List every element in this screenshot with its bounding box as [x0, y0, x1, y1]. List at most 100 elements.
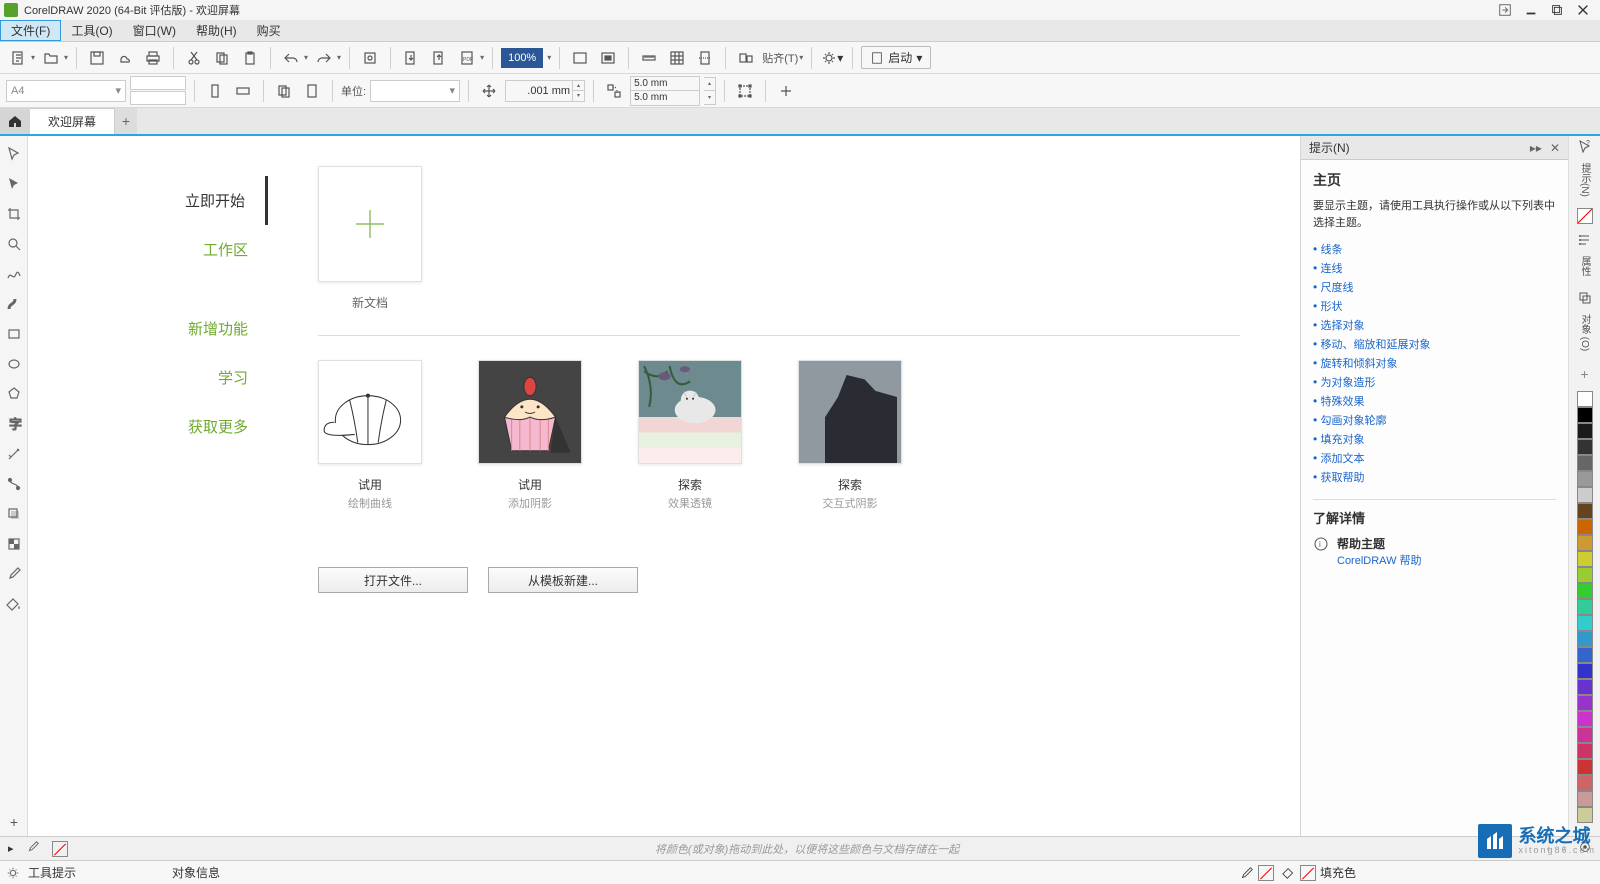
- export-button[interactable]: [427, 46, 451, 70]
- color-swatch[interactable]: [1577, 647, 1593, 663]
- hint-topic-link[interactable]: 特殊效果: [1313, 393, 1556, 409]
- current-page-button[interactable]: [300, 79, 324, 103]
- no-color-swatch[interactable]: [1577, 208, 1593, 224]
- freehand-tool[interactable]: [0, 260, 28, 288]
- minimize-button[interactable]: [1522, 2, 1540, 18]
- color-swatch[interactable]: [1577, 599, 1593, 615]
- tab-welcome[interactable]: 欢迎屏幕: [30, 108, 115, 134]
- hints-docker-tab[interactable]: 提示(N): [1575, 157, 1594, 203]
- color-swatch[interactable]: [1577, 631, 1593, 647]
- pdf-button[interactable]: PDF▾: [455, 46, 484, 70]
- align-button[interactable]: [734, 46, 758, 70]
- hint-topic-link[interactable]: 获取帮助: [1313, 469, 1556, 485]
- color-swatch[interactable]: [1577, 583, 1593, 599]
- hint-topic-link[interactable]: 添加文本: [1313, 450, 1556, 466]
- color-swatch[interactable]: [1577, 743, 1593, 759]
- color-swatch[interactable]: [1577, 663, 1593, 679]
- save-button[interactable]: [85, 46, 109, 70]
- launch-button[interactable]: 启动 ▾: [861, 46, 931, 69]
- color-swatch[interactable]: [1577, 535, 1593, 551]
- color-swatch[interactable]: [1577, 807, 1593, 823]
- status-fill[interactable]: 填充色: [1282, 864, 1356, 881]
- nav-get-more[interactable]: 获取更多: [28, 402, 268, 451]
- hint-topic-link[interactable]: 填充对象: [1313, 431, 1556, 447]
- landscape-button[interactable]: [231, 79, 255, 103]
- hints-close-icon[interactable]: ✕: [1550, 141, 1560, 155]
- palette-scroll-right[interactable]: ›: [1562, 843, 1566, 855]
- page-size-dropdown[interactable]: A4▾: [6, 80, 126, 102]
- properties-docker-tab[interactable]: 属性: [1575, 250, 1594, 282]
- bounding-box-button[interactable]: [733, 79, 757, 103]
- redo-button[interactable]: ▾: [312, 46, 341, 70]
- add-tab-button[interactable]: +: [115, 108, 137, 134]
- cloud-button[interactable]: [113, 46, 137, 70]
- help-link[interactable]: CorelDRAW 帮助: [1337, 552, 1556, 568]
- ellipse-tool[interactable]: [0, 350, 28, 378]
- rectangle-tool[interactable]: [0, 320, 28, 348]
- nav-workspace[interactable]: 工作区: [28, 225, 268, 274]
- zoom-dropdown[interactable]: 100%▾: [501, 48, 551, 68]
- undo-button[interactable]: ▾: [279, 46, 308, 70]
- polygon-tool[interactable]: [0, 380, 28, 408]
- menu-window[interactable]: 窗口(W): [123, 20, 186, 41]
- no-fill-swatch[interactable]: [52, 841, 68, 857]
- hint-topic-link[interactable]: 尺度线: [1313, 279, 1556, 295]
- color-swatch[interactable]: [1577, 391, 1593, 407]
- palette-flyout-icon[interactable]: ▸: [8, 842, 14, 855]
- status-settings[interactable]: [6, 866, 20, 880]
- nav-learn[interactable]: 学习: [28, 353, 268, 402]
- hint-topic-link[interactable]: 选择对象: [1313, 317, 1556, 333]
- hints-docker-icon[interactable]: ?: [1576, 138, 1594, 156]
- hint-topic-link[interactable]: 移动、缩放和延展对象: [1313, 336, 1556, 352]
- maximize-button[interactable]: [1548, 2, 1566, 18]
- options-button[interactable]: ▾: [820, 46, 844, 70]
- color-swatch[interactable]: [1577, 727, 1593, 743]
- home-tab[interactable]: [0, 108, 30, 134]
- signin-icon[interactable]: [1496, 2, 1514, 18]
- menu-tools[interactable]: 工具(O): [61, 20, 122, 41]
- unit-dropdown[interactable]: ▾: [370, 80, 460, 102]
- open-button[interactable]: ▾: [39, 46, 68, 70]
- cut-button[interactable]: [182, 46, 206, 70]
- hint-topic-link[interactable]: 旋转和倾斜对象: [1313, 355, 1556, 371]
- color-swatch[interactable]: [1577, 503, 1593, 519]
- hint-topic-link[interactable]: 线条: [1313, 241, 1556, 257]
- objects-docker-tab[interactable]: 对象 (O): [1575, 308, 1594, 357]
- text-tool[interactable]: 字: [0, 410, 28, 438]
- new-document-card[interactable]: [318, 166, 422, 282]
- guides-button[interactable]: [693, 46, 717, 70]
- parallel-dim-tool[interactable]: [0, 440, 28, 468]
- page-dims[interactable]: [130, 76, 186, 105]
- fill-tool[interactable]: [0, 590, 28, 618]
- paste-button[interactable]: [238, 46, 262, 70]
- dup-distance-fields[interactable]: 5.0 mm 5.0 mm: [630, 76, 700, 106]
- nav-whats-new[interactable]: 新增功能: [28, 304, 268, 353]
- color-swatch[interactable]: [1577, 487, 1593, 503]
- objects-docker-icon[interactable]: [1576, 289, 1594, 307]
- color-swatch[interactable]: [1577, 791, 1593, 807]
- hint-topic-link[interactable]: 连线: [1313, 260, 1556, 276]
- new-button[interactable]: ▾: [6, 46, 35, 70]
- crop-tool[interactable]: [0, 200, 28, 228]
- hint-topic-link[interactable]: 形状: [1313, 298, 1556, 314]
- status-outline[interactable]: [1240, 865, 1274, 881]
- nudge-field[interactable]: .001 mm▴▾: [505, 80, 585, 102]
- zoom-tool[interactable]: [0, 230, 28, 258]
- transparency-tool[interactable]: [0, 530, 28, 558]
- hints-undock-icon[interactable]: ▸▸: [1530, 141, 1542, 155]
- all-pages-button[interactable]: [272, 79, 296, 103]
- palette-menu-icon[interactable]: [1578, 840, 1592, 857]
- eyedropper-tool[interactable]: [0, 560, 28, 588]
- shape-tool[interactable]: [0, 170, 28, 198]
- ruler-button[interactable]: [637, 46, 661, 70]
- template-card-lens[interactable]: 探索 效果透镜: [638, 360, 742, 511]
- open-file-button[interactable]: 打开文件...: [318, 567, 468, 593]
- template-card-curves[interactable]: 试用 绘制曲线: [318, 360, 422, 511]
- color-swatch[interactable]: [1577, 615, 1593, 631]
- menu-help[interactable]: 帮助(H): [186, 20, 247, 41]
- nav-get-started[interactable]: 立即开始: [28, 176, 268, 225]
- color-swatch[interactable]: [1577, 679, 1593, 695]
- close-button[interactable]: [1574, 2, 1592, 18]
- hint-topic-link[interactable]: 勾画对象轮廓: [1313, 412, 1556, 428]
- color-swatch[interactable]: [1577, 407, 1593, 423]
